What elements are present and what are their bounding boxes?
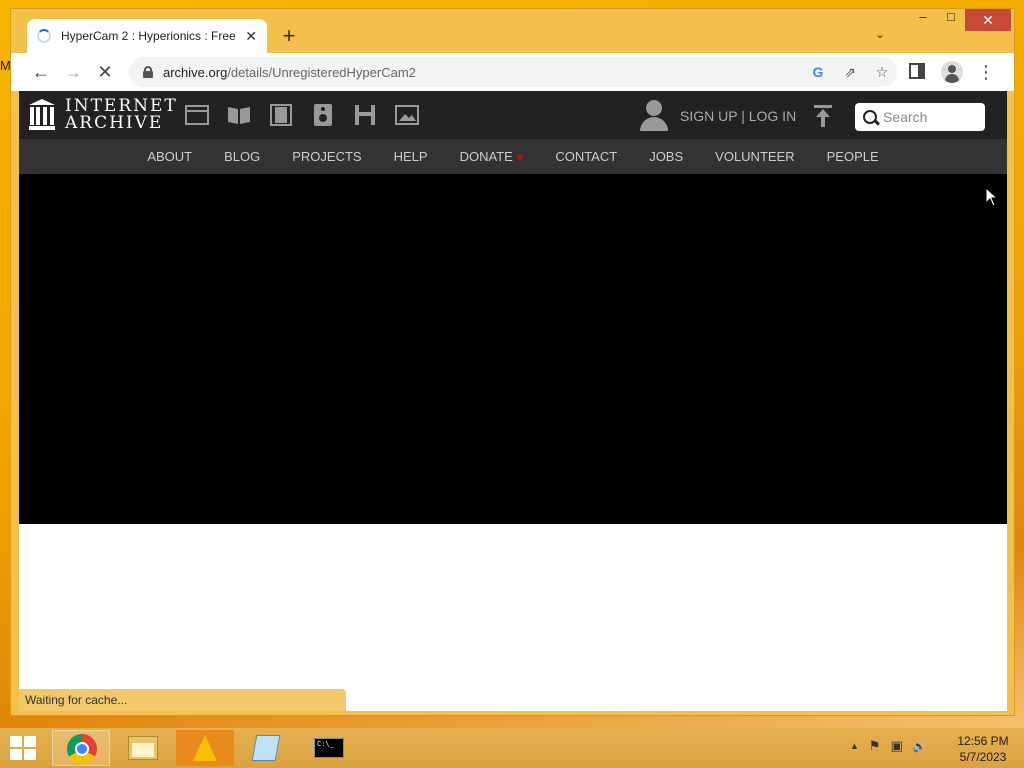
subnav-jobs[interactable]: JOBS <box>649 149 683 164</box>
subnav-help[interactable]: HELP <box>394 149 428 164</box>
loading-spinner-icon <box>37 29 51 43</box>
show-hidden-icons-chevron-icon[interactable]: ▲ <box>850 741 859 751</box>
tab-close-icon[interactable]: ✕ <box>245 28 257 45</box>
windows-start-icon[interactable] <box>10 736 38 762</box>
search-input[interactable] <box>883 109 979 125</box>
url-host: archive.org <box>163 64 228 80</box>
user-account-icon[interactable] <box>640 100 668 132</box>
clock-time: 12:56 PM <box>957 734 1009 748</box>
subnav-donate-label: DONATE <box>459 149 513 164</box>
side-panel-icon[interactable] <box>909 63 925 79</box>
browser-tab[interactable]: HyperCam 2 : Hyperionics : Free ✕ <box>27 19 267 53</box>
video-icon[interactable] <box>268 103 294 127</box>
forward-button[interactable]: → <box>59 58 87 86</box>
images-icon[interactable] <box>394 103 420 127</box>
url-path: /details/UnregisteredHyperCam2 <box>227 64 416 80</box>
notepad-taskbar-icon[interactable] <box>238 730 296 766</box>
system-tray: ▲ ⚑ ▣ 🔊 <box>850 738 927 754</box>
maximize-button[interactable]: □ <box>937 9 965 31</box>
bookmark-star-icon[interactable]: ☆ <box>873 63 891 81</box>
subnav-contact[interactable]: CONTACT <box>555 149 617 164</box>
action-center-flag-icon[interactable]: ⚑ <box>869 738 881 754</box>
subnav-volunteer[interactable]: VOLUNTEER <box>715 149 794 164</box>
status-bubble: Waiting for cache... <box>19 689 346 711</box>
upload-icon-stem <box>821 117 825 127</box>
back-button[interactable]: ← <box>27 58 55 86</box>
video-player[interactable] <box>19 174 1007 524</box>
software-icon[interactable] <box>352 103 378 127</box>
new-tab-button[interactable]: + <box>277 25 301 49</box>
browser-menu-icon[interactable]: ⋮ <box>977 62 995 82</box>
lock-icon[interactable] <box>143 66 153 78</box>
signup-login-link[interactable]: SIGN UP | LOG IN <box>680 108 796 124</box>
archive-top-nav: INTERNET ARCHIVE SIGN UP | LOG IN Search <box>19 91 1007 139</box>
google-lens-icon[interactable]: G <box>809 63 827 81</box>
subnav-blog[interactable]: BLOG <box>224 149 260 164</box>
command-prompt-taskbar-icon[interactable]: C:\_ <box>300 730 358 766</box>
tab-title: HyperCam 2 : Hyperionics : Free <box>61 29 236 43</box>
vlc-taskbar-icon[interactable] <box>176 730 234 766</box>
tab-search-chevron-icon[interactable]: ⌄ <box>875 27 885 41</box>
close-window-button[interactable]: ✕ <box>965 9 1011 31</box>
taskbar-clock[interactable]: 12:56 PM 5/7/2023 <box>950 733 1016 765</box>
subnav-about[interactable]: ABOUT <box>147 149 192 164</box>
network-icon[interactable]: ▣ <box>891 738 903 754</box>
subnav-donate[interactable]: DONATE ♥ <box>460 149 524 164</box>
title-bar: HyperCam 2 : Hyperionics : Free ✕ + ⌄ – … <box>11 9 1014 53</box>
subnav-people[interactable]: PEOPLE <box>827 149 879 164</box>
profile-avatar-icon[interactable] <box>941 61 963 83</box>
browser-toolbar: ← → ✕ archive.org/details/UnregisteredHy… <box>11 53 1014 91</box>
archive-sub-nav: ABOUT BLOG PROJECTS HELP DONATE ♥ CONTACT… <box>19 139 1007 174</box>
console-glyph: C:\_ <box>314 738 344 758</box>
clock-date: 5/7/2023 <box>959 750 1007 764</box>
heart-icon: ♥ <box>516 152 524 164</box>
internet-archive-logo-icon[interactable] <box>29 99 55 131</box>
chrome-taskbar-icon[interactable] <box>52 730 110 766</box>
web-icon[interactable] <box>184 103 210 127</box>
internet-archive-wordmark[interactable]: INTERNET ARCHIVE <box>65 98 178 132</box>
audio-icon[interactable] <box>310 103 336 127</box>
browser-window: HyperCam 2 : Hyperionics : Free ✕ + ⌄ – … <box>10 8 1015 716</box>
search-icon[interactable] <box>863 110 877 124</box>
share-icon[interactable]: ⇗ <box>841 63 859 81</box>
wordmark-line-2: ARCHIVE <box>65 113 164 133</box>
address-bar[interactable]: archive.org/details/UnregisteredHyperCam… <box>129 57 897 87</box>
subnav-projects[interactable]: PROJECTS <box>292 149 361 164</box>
volume-icon[interactable]: 🔊 <box>913 740 927 753</box>
minimize-button[interactable]: – <box>909 9 937 31</box>
stop-loading-button[interactable]: ✕ <box>91 58 119 86</box>
file-explorer-taskbar-icon[interactable] <box>114 730 172 766</box>
archive-search-box[interactable] <box>855 103 985 131</box>
taskbar: C:\_ ▲ ⚑ ▣ 🔊 12:56 PM 5/7/2023 <box>0 728 1024 768</box>
web-page: INTERNET ARCHIVE SIGN UP | LOG IN Search… <box>19 91 1007 711</box>
texts-icon[interactable] <box>226 103 252 127</box>
